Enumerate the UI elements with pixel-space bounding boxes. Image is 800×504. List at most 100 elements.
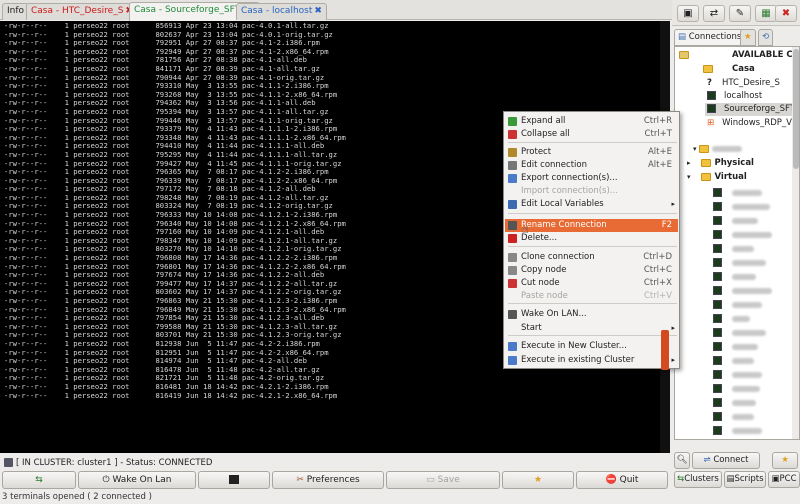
- save-button[interactable]: ▭ Save: [386, 471, 500, 489]
- menu-item-label: Edit connection: [521, 160, 587, 170]
- right-bottom-bar: ⇆Clusters ▤Scripts ▣PCC: [674, 471, 800, 489]
- tree-root[interactable]: AVAILABLE CONNECTIONS: [679, 49, 799, 62]
- tree-item-vm[interactable]: [713, 397, 756, 410]
- tree-item-vm[interactable]: [713, 383, 760, 396]
- menu-item-start[interactable]: Start ▸: [505, 322, 678, 335]
- wake-on-lan-button[interactable]: ⏻ Wake On Lan: [78, 471, 196, 489]
- tree-item-vm[interactable]: [713, 411, 754, 424]
- tab-localhost[interactable]: Casa - localhost ✖: [236, 3, 327, 20]
- clone-connection-icon: [508, 253, 517, 262]
- redacted-label: [732, 217, 758, 224]
- cluster-button[interactable]: ⇆: [2, 471, 76, 489]
- menu-item-paste-node[interactable]: Paste node Ctrl+V: [505, 290, 678, 303]
- menu-item-protect[interactable]: Protect Alt+E: [505, 146, 678, 159]
- tree-item-vm[interactable]: [713, 341, 758, 354]
- menu-item-cut-node[interactable]: Cut node Ctrl+X: [505, 277, 678, 290]
- menu-item-rename-connection[interactable]: Rename Connection F2: [505, 219, 678, 232]
- favourite-button[interactable]: ★: [502, 471, 574, 489]
- tree-item-vm[interactable]: [713, 215, 758, 228]
- menu-item-edit-connection[interactable]: Edit connection Alt+E: [505, 159, 678, 172]
- menu-item-execute-in-new-cluster[interactable]: Execute in New Cluster...: [505, 340, 678, 353]
- tree-item-vm[interactable]: [713, 187, 762, 200]
- terminal-icon: [707, 91, 716, 100]
- menu-item-expand-all[interactable]: Expand all Ctrl+R: [505, 115, 678, 128]
- delete-icon[interactable]: ✖: [775, 5, 797, 22]
- tree-item-vm[interactable]: [713, 271, 756, 284]
- tree-item-vm[interactable]: [713, 201, 770, 214]
- menu-item-collapse-all[interactable]: Collapse all Ctrl+T: [505, 128, 678, 141]
- tab-htc-desire[interactable]: Casa - HTC_Desire_S✖: [26, 3, 138, 20]
- search-icon[interactable]: 🔍︎: [674, 452, 690, 469]
- tree-group-casa[interactable]: Casa: [679, 63, 755, 76]
- menu-item-delete[interactable]: Delete...: [505, 232, 678, 245]
- tree-root-label: AVAILABLE CONNECTIONS: [732, 50, 799, 60]
- tree-item-vm[interactable]: [713, 299, 762, 312]
- tab-connections[interactable]: ▤ Connections: [674, 29, 746, 46]
- tree-item-htc[interactable]: ? HTC_Desire_S: [707, 77, 780, 90]
- tree-item-windows[interactable]: ⊞ Windows_RDP_VM: [707, 117, 799, 130]
- favourite-toggle[interactable]: ★: [772, 452, 798, 469]
- menu-item-shortcut: Alt+E: [647, 147, 672, 157]
- terminal-scroll-thumb[interactable]: [661, 330, 669, 370]
- add-icon[interactable]: ▣: [677, 5, 699, 22]
- tab-info[interactable]: Info: [2, 3, 30, 20]
- terminal-icon: [713, 216, 722, 225]
- connect-button[interactable]: ⇌ Connect: [692, 452, 760, 469]
- clusters-button[interactable]: ⇆Clusters: [674, 471, 722, 488]
- menu-item-execute-in-existing-cluster[interactable]: Execute in existing Cluster ▸: [505, 354, 678, 367]
- menu-item-label: Export connection(s)...: [521, 173, 618, 183]
- menu-item-wake-on-lan[interactable]: Wake On LAN...: [505, 308, 678, 321]
- tree-scrollbar-thumb[interactable]: [793, 49, 799, 169]
- menu-item-import-connection-s[interactable]: Import connection(s)...: [505, 185, 678, 198]
- tree-item-sourceforge[interactable]: Sourceforge_SFTP: [705, 103, 799, 116]
- tree-group-virtual[interactable]: ▾ Virtual: [687, 171, 747, 184]
- menu-item-edit-local-variables[interactable]: Edit Local Variables ▸: [505, 198, 678, 211]
- tab-favourites[interactable]: ★: [740, 29, 756, 46]
- footer-status: 3 terminals opened ( 2 connected ): [2, 492, 152, 502]
- tree-item-vm[interactable]: [713, 313, 750, 326]
- phone-icon: ?: [707, 78, 712, 88]
- terminal-status-icon: [4, 458, 13, 467]
- terminal-icon: [713, 258, 722, 267]
- menu-item-export-connection-s[interactable]: Export connection(s)...: [505, 172, 678, 185]
- edit-icon[interactable]: ✎: [729, 5, 751, 22]
- menu-separator: [508, 246, 677, 247]
- network-icon[interactable]: ⇄: [703, 5, 725, 22]
- tree-item-vm[interactable]: [713, 243, 754, 256]
- tab-history[interactable]: ⟲: [758, 29, 774, 46]
- tree-item-vm[interactable]: [713, 229, 772, 242]
- quit-button[interactable]: ⛔ Quit: [576, 471, 668, 489]
- redacted-label: [732, 385, 760, 392]
- status-text: [ IN CLUSTER: cluster1 ] - Status: CONNE…: [16, 458, 213, 468]
- menu-item-clone-connection[interactable]: Clone connection Ctrl+D: [505, 251, 678, 264]
- close-icon[interactable]: ✖: [314, 6, 322, 16]
- tree-item-vm[interactable]: [713, 355, 754, 368]
- connect-icon: ⇌: [703, 455, 714, 465]
- execute-in-new-cluster-icon: [508, 342, 517, 351]
- tree-group-physical[interactable]: ▸ Physical: [687, 157, 754, 170]
- terminal-button[interactable]: [198, 471, 270, 489]
- tree-item-vm[interactable]: [713, 369, 762, 382]
- tree-group-blurred[interactable]: ▾: [693, 143, 743, 156]
- expander-icon: ▾: [687, 173, 691, 181]
- edit-connection-icon: [508, 161, 517, 170]
- pcc-button[interactable]: ▣PCC: [768, 471, 800, 488]
- expander-icon: ▾: [693, 145, 697, 153]
- terminal-group-icon[interactable]: ▦: [755, 5, 777, 22]
- tree-item-vm[interactable]: [713, 439, 766, 440]
- scripts-button[interactable]: ▤Scripts: [724, 471, 766, 488]
- preferences-button[interactable]: ✂ Preferences: [272, 471, 384, 489]
- tree-item-localhost[interactable]: localhost: [707, 90, 762, 103]
- tree-item-vm[interactable]: [713, 425, 762, 438]
- tree-item-vm[interactable]: [713, 257, 766, 270]
- collapse-all-icon: [508, 130, 517, 139]
- connect-label: Connect: [713, 455, 749, 465]
- menu-item-copy-node[interactable]: Copy node Ctrl+C: [505, 264, 678, 277]
- tree-label: Virtual: [714, 172, 747, 182]
- connections-tree[interactable]: AVAILABLE CONNECTIONS Casa ? HTC_Desire_S…: [674, 46, 800, 440]
- tree-label: localhost: [724, 91, 763, 101]
- tree-item-vm[interactable]: [713, 327, 766, 340]
- connections-icon: ▤: [678, 32, 689, 42]
- tree-item-vm[interactable]: [713, 285, 772, 298]
- menu-item-label: Collapse all: [521, 129, 570, 139]
